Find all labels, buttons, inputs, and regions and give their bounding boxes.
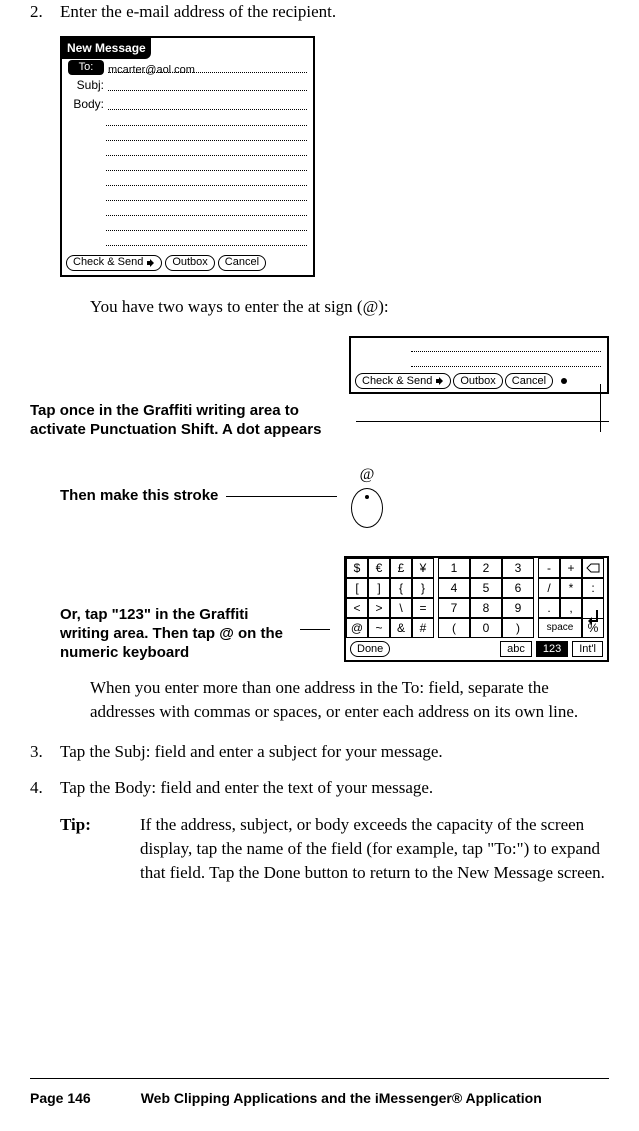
key: %: [582, 618, 604, 638]
palm-screenshot-new-message: New Message To: mcarter@aol.com Subj: Bo…: [60, 36, 315, 277]
key: {: [390, 578, 412, 598]
key: 0: [470, 618, 502, 638]
step-number: 4.: [30, 776, 60, 800]
key: ~: [368, 618, 390, 638]
to-field: mcarter@aol.com: [108, 61, 307, 73]
key: 7: [438, 598, 470, 618]
body-field: [108, 98, 307, 110]
check-send-button-2: Check & Send: [355, 373, 451, 389]
step-text: Tap the Body: field and enter the text o…: [60, 776, 609, 800]
tip-label: Tip:: [60, 813, 140, 884]
outbox-button-2: Outbox: [453, 373, 502, 389]
graffiti-stroke-icon: [351, 488, 383, 528]
punctuation-shift-dot-icon: [561, 378, 567, 384]
window-title: New Message: [62, 38, 151, 59]
paragraph-at-sign: You have two ways to enter the at sign (…: [30, 295, 609, 319]
key: }: [412, 578, 434, 598]
subj-label: Subj:: [68, 77, 108, 94]
page-number: Page 146: [30, 1089, 91, 1109]
key: +: [560, 558, 582, 578]
key-at: @: [346, 618, 368, 638]
tab-abc: abc: [500, 641, 532, 657]
key: 3: [502, 558, 534, 578]
key: (: [438, 618, 470, 638]
done-button: Done: [350, 641, 390, 657]
key: :: [582, 578, 604, 598]
at-character: @: [345, 464, 389, 486]
step-text: Tap the Subj: field and enter a subject …: [60, 740, 609, 764]
cancel-button: Cancel: [218, 255, 266, 271]
step-2: 2. Enter the e-mail address of the recip…: [30, 0, 609, 24]
key: <: [346, 598, 368, 618]
key: 2: [470, 558, 502, 578]
paragraph-multi-address: When you enter more than one address in …: [30, 676, 609, 724]
callout-stroke: Then make this stroke @: [30, 464, 609, 528]
key: #: [412, 618, 434, 638]
body-label: Body:: [68, 96, 108, 113]
key: ¥: [412, 558, 434, 578]
check-send-button: Check & Send: [66, 255, 162, 271]
cancel-button-2: Cancel: [505, 373, 553, 389]
backspace-key-icon: [582, 558, 604, 578]
tab-intl: Int'l: [572, 641, 603, 657]
step-4: 4. Tap the Body: field and enter the tex…: [30, 776, 609, 800]
key: 8: [470, 598, 502, 618]
key: $: [346, 558, 368, 578]
key: [: [346, 578, 368, 598]
key: *: [560, 578, 582, 598]
key: €: [368, 558, 390, 578]
callout-numeric-keyboard: Or, tap "123" in the Graffiti writing ar…: [30, 556, 609, 662]
subj-field: [108, 79, 307, 91]
space-key: space: [538, 618, 582, 638]
key: \: [390, 598, 412, 618]
step-3: 3. Tap the Subj: field and enter a subje…: [30, 740, 609, 764]
callout-label-3: Or, tap "123" in the Graffiti writing ar…: [60, 606, 290, 662]
key: /: [538, 578, 560, 598]
key: &: [390, 618, 412, 638]
palm-screenshot-numeric-keyboard: $ € £ ¥ [ ] { } < > \ =: [344, 556, 609, 662]
step-number: 3.: [30, 740, 60, 764]
key: .: [538, 598, 560, 618]
tip-block: Tip: If the address, subject, or body ex…: [30, 813, 609, 884]
key: ]: [368, 578, 390, 598]
key: 9: [502, 598, 534, 618]
key: 4: [438, 578, 470, 598]
step-text: Enter the e-mail address of the recipien…: [60, 0, 609, 24]
tip-text: If the address, subject, or body exceeds…: [140, 813, 609, 884]
key: =: [412, 598, 434, 618]
step-number: 2.: [30, 0, 60, 24]
key: 1: [438, 558, 470, 578]
key: ): [502, 618, 534, 638]
key: £: [390, 558, 412, 578]
to-label: To:: [68, 60, 104, 75]
tab-123: 123: [536, 641, 568, 657]
outbox-button: Outbox: [165, 255, 214, 271]
callout-label-1: Tap once in the Graffiti writing area to…: [30, 402, 350, 440]
key: >: [368, 598, 390, 618]
palm-screenshot-bottom-bar: Check & Send Outbox Cancel: [349, 336, 609, 394]
key: -: [538, 558, 560, 578]
key: ,: [560, 598, 582, 618]
key: 5: [470, 578, 502, 598]
chapter-title: Web Clipping Applications and the iMesse…: [141, 1089, 542, 1109]
callout-punctuation-shift: Check & Send Outbox Cancel Tap once in t…: [30, 336, 609, 440]
key: 6: [502, 578, 534, 598]
callout-label-2: Then make this stroke: [60, 487, 218, 506]
page-footer: Page 146 Web Clipping Applications and t…: [30, 1078, 609, 1109]
